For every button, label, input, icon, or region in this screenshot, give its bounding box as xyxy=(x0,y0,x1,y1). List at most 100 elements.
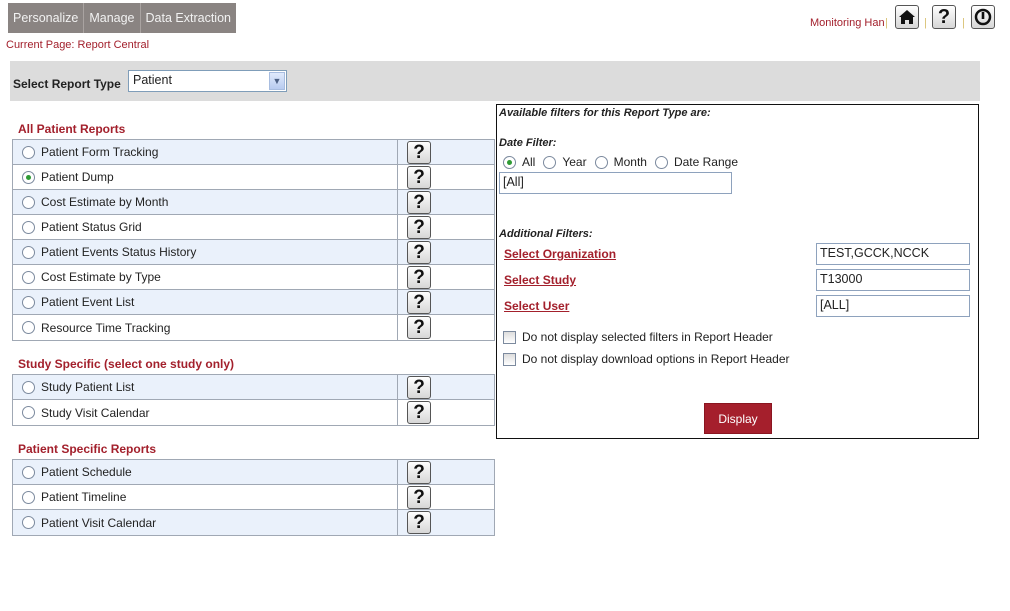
help-icon[interactable]: ? xyxy=(407,316,431,339)
user-input[interactable]: [ALL] xyxy=(816,295,970,317)
report-radio[interactable] xyxy=(22,170,35,184)
report-row[interactable]: Patient Form Tracking? xyxy=(13,140,494,165)
report-type-label: Select Report Type xyxy=(13,77,121,91)
select-organization-link[interactable]: Select Organization xyxy=(504,247,616,261)
date-filter-input[interactable]: [All] xyxy=(499,172,732,194)
report-label: Study Visit Calendar xyxy=(41,405,150,420)
help-button[interactable]: ? xyxy=(932,5,956,29)
report-row[interactable]: Patient Visit Calendar? xyxy=(13,510,494,535)
separator: | xyxy=(924,17,927,29)
select-study-link[interactable]: Select Study xyxy=(504,273,576,287)
report-option[interactable]: Patient Dump xyxy=(13,165,398,189)
filters-panel: Available filters for this Report Type a… xyxy=(496,104,979,439)
help-icon[interactable]: ? xyxy=(407,216,431,239)
report-type-bar: Select Report Type Patient ▼ xyxy=(10,61,980,101)
report-radio[interactable] xyxy=(22,516,35,529)
report-radio[interactable] xyxy=(22,321,35,334)
report-radio[interactable] xyxy=(22,195,35,209)
nav-data-extraction[interactable]: Data Extraction xyxy=(141,3,236,33)
report-option[interactable]: Study Visit Calendar xyxy=(13,400,398,425)
report-row[interactable]: Study Visit Calendar? xyxy=(13,400,494,425)
help-icon[interactable]: ? xyxy=(407,511,431,534)
filters-heading: Available filters for this Report Type a… xyxy=(499,107,711,119)
nav-personalize[interactable]: Personalize xyxy=(8,3,85,33)
date-option[interactable]: Date Range xyxy=(654,155,738,169)
report-option[interactable]: Study Patient List xyxy=(13,375,398,399)
date-radio[interactable] xyxy=(543,155,557,169)
report-radio[interactable] xyxy=(22,406,35,419)
report-radio[interactable] xyxy=(22,245,35,259)
report-option[interactable]: Patient Timeline xyxy=(13,485,398,509)
report-radio[interactable] xyxy=(22,145,35,159)
report-option[interactable]: Patient Event List xyxy=(13,290,398,314)
study-input[interactable]: T13000 xyxy=(816,269,970,291)
report-option[interactable]: Patient Form Tracking xyxy=(13,140,398,164)
section-title: Patient Specific Reports xyxy=(18,442,157,456)
help-icon[interactable]: ? xyxy=(407,191,431,214)
report-label: Patient Schedule xyxy=(41,465,132,479)
help-icon[interactable]: ? xyxy=(407,401,431,424)
home-button[interactable] xyxy=(895,5,919,29)
report-row[interactable]: Patient Status Grid? xyxy=(13,215,494,240)
hide-filters-option[interactable]: Do not display selected filters in Repor… xyxy=(503,330,773,345)
help-icon[interactable]: ? xyxy=(407,241,431,264)
report-label: Cost Estimate by Month xyxy=(41,195,169,209)
date-option-label: Year xyxy=(562,155,587,169)
date-radio[interactable] xyxy=(654,155,668,169)
report-label: Patient Dump xyxy=(41,170,114,184)
report-option[interactable]: Patient Schedule xyxy=(13,460,398,484)
report-option[interactable]: Patient Events Status History xyxy=(13,240,398,264)
report-row[interactable]: Patient Events Status History? xyxy=(13,240,494,265)
organization-input[interactable]: TEST,GCCK,NCCK xyxy=(816,243,970,265)
report-row[interactable]: Cost Estimate by Month? xyxy=(13,190,494,215)
select-user-link[interactable]: Select User xyxy=(504,299,569,313)
report-option[interactable]: Patient Visit Calendar xyxy=(13,510,398,535)
report-radio[interactable] xyxy=(22,270,35,284)
report-row[interactable]: Patient Timeline? xyxy=(13,485,494,510)
logout-button[interactable] xyxy=(971,5,995,29)
report-table: Study Patient List? Study Visit Calendar? xyxy=(12,374,495,426)
help-icon[interactable]: ? xyxy=(407,166,431,189)
help-icon[interactable]: ? xyxy=(407,376,431,399)
help-icon[interactable]: ? xyxy=(407,486,431,509)
separator: | xyxy=(962,17,965,29)
report-radio[interactable] xyxy=(22,380,35,394)
hide-download-option[interactable]: Do not display download options in Repor… xyxy=(503,352,790,367)
report-row[interactable]: Cost Estimate by Type? xyxy=(13,265,494,290)
date-option[interactable]: Month xyxy=(594,155,647,169)
report-option[interactable]: Resource Time Tracking xyxy=(13,315,398,340)
display-button[interactable]: Display xyxy=(704,403,772,434)
help-icon[interactable]: ? xyxy=(407,141,431,164)
report-type-select[interactable]: Patient ▼ xyxy=(128,70,287,92)
date-option[interactable]: All xyxy=(503,155,535,169)
hide-download-checkbox[interactable] xyxy=(503,353,516,367)
report-row[interactable]: Patient Dump? xyxy=(13,165,494,190)
nav-manage[interactable]: Manage xyxy=(84,3,141,33)
help-icon[interactable]: ? xyxy=(407,461,431,484)
hide-filters-checkbox[interactable] xyxy=(503,331,516,345)
report-table: Patient Schedule? Patient Timeline? Patien… xyxy=(12,459,495,536)
report-option[interactable]: Cost Estimate by Type xyxy=(13,265,398,289)
report-radio[interactable] xyxy=(22,465,35,479)
report-option[interactable]: Cost Estimate by Month xyxy=(13,190,398,214)
report-radio[interactable] xyxy=(22,490,35,504)
help-icon[interactable]: ? xyxy=(407,266,431,289)
date-filter-heading: Date Filter: xyxy=(499,137,557,149)
report-radio[interactable] xyxy=(22,220,35,234)
chevron-down-icon[interactable]: ▼ xyxy=(269,72,285,90)
date-option[interactable]: Year xyxy=(543,155,587,169)
user-name[interactable]: Monitoring Han xyxy=(810,17,885,29)
top-nav: Personalize Manage Data Extraction xyxy=(8,3,236,33)
report-row[interactable]: Patient Schedule? xyxy=(13,460,494,485)
report-row[interactable]: Patient Event List? xyxy=(13,290,494,315)
report-label: Study Patient List xyxy=(41,380,135,394)
date-radio[interactable] xyxy=(503,155,516,169)
report-label: Cost Estimate by Type xyxy=(41,270,161,284)
help-icon[interactable]: ? xyxy=(407,291,431,314)
report-option[interactable]: Patient Status Grid xyxy=(13,215,398,239)
date-radio[interactable] xyxy=(594,155,608,169)
report-row[interactable]: Study Patient List? xyxy=(13,375,494,400)
report-row[interactable]: Resource Time Tracking? xyxy=(13,315,494,340)
report-radio[interactable] xyxy=(22,295,35,309)
report-label: Patient Timeline xyxy=(41,490,127,504)
